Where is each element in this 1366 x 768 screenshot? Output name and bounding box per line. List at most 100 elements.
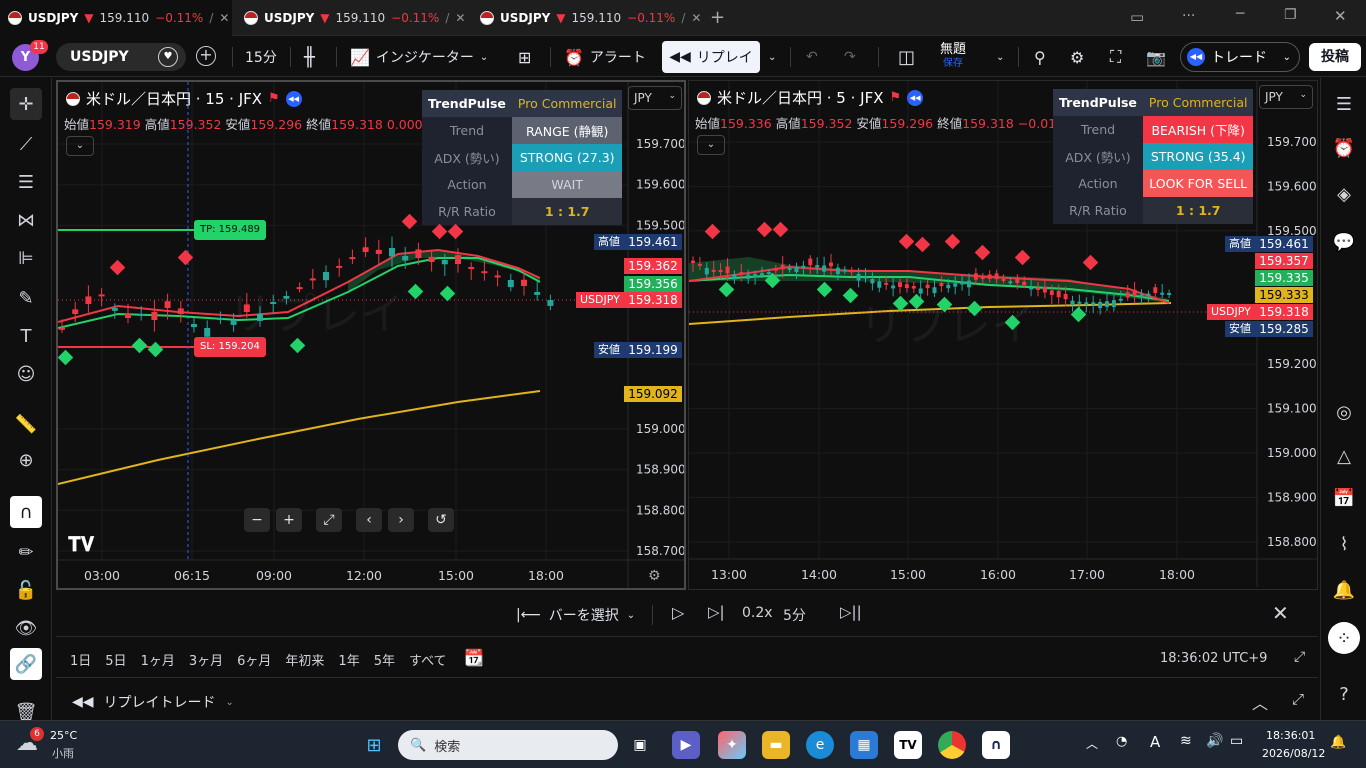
- range-6[interactable]: 1年: [338, 650, 359, 669]
- currency-select[interactable]: JPY ⌄: [1259, 85, 1313, 109]
- trend-line-icon[interactable]: ⟋: [10, 128, 42, 160]
- templates-icon[interactable]: ⊞: [518, 37, 531, 77]
- bell-icon[interactable]: 🔔: [1328, 574, 1360, 606]
- task-view-icon[interactable]: ▣: [626, 731, 654, 759]
- battery-icon[interactable]: ▭: [1230, 733, 1243, 749]
- chart-pane-15m[interactable]: 159.700 159.600 159.500 159.000 158.900 158.8…: [56, 80, 686, 590]
- system-time[interactable]: 18:36:01: [1266, 729, 1315, 742]
- calendar-icon[interactable]: 📅: [1328, 482, 1360, 514]
- chart-pane-5m[interactable]: 159.700 159.600 159.500 159.200 159.100 159.0…: [688, 80, 1318, 590]
- play-icon[interactable]: ▷: [672, 603, 684, 622]
- close-icon[interactable]: ✕: [219, 11, 229, 25]
- range-7[interactable]: 5年: [374, 650, 395, 669]
- store-icon[interactable]: ▦: [850, 731, 878, 759]
- range-8[interactable]: すべて: [409, 650, 447, 669]
- ideas-icon[interactable]: △: [1328, 440, 1360, 472]
- apps-grid-icon[interactable]: ⁘: [1328, 622, 1360, 654]
- volume-icon[interactable]: 🔊: [1206, 733, 1223, 749]
- candle-type-icon[interactable]: ╫: [304, 37, 315, 77]
- range-3[interactable]: 3ヶ月: [189, 650, 223, 669]
- reset-zoom-button[interactable]: ⤢: [316, 508, 342, 532]
- layout-icon[interactable]: ◫: [898, 37, 915, 77]
- windows-start-icon[interactable]: ⊞: [360, 731, 388, 759]
- zoom-in-button[interactable]: +: [276, 508, 302, 532]
- alert-button[interactable]: ⏰ アラート: [564, 37, 646, 77]
- pattern-icon[interactable]: ⋈: [10, 204, 42, 236]
- date-range-calendar-icon[interactable]: 📆: [464, 648, 484, 667]
- expand-panel-icon[interactable]: ⤢: [1292, 690, 1304, 708]
- zoom-in-icon[interactable]: ⊕: [10, 444, 42, 476]
- screen-icon[interactable]: ▭: [1130, 8, 1144, 26]
- window-close-icon[interactable]: ✕: [1334, 7, 1347, 25]
- help-icon[interactable]: ?: [1328, 678, 1360, 710]
- undo-icon[interactable]: ↶: [806, 37, 818, 77]
- emoji-icon[interactable]: ☺: [10, 358, 42, 390]
- collapse-legend-button[interactable]: ⌄: [66, 136, 94, 156]
- replay-speed-button[interactable]: 0.2x: [742, 605, 773, 621]
- redo-icon[interactable]: ↷: [844, 37, 856, 77]
- lock-draw-icon[interactable]: ✏: [10, 536, 42, 568]
- prediction-icon[interactable]: ⊫: [10, 242, 42, 274]
- watchlist-icon[interactable]: ☰: [1328, 88, 1360, 120]
- fullscreen-icon[interactable]: ⛶: [1110, 37, 1121, 77]
- step-forward-icon[interactable]: ▷|: [708, 603, 725, 621]
- magnet-icon[interactable]: ∩: [10, 496, 42, 528]
- range-0[interactable]: 1日: [70, 650, 91, 669]
- compare-add-icon[interactable]: +: [196, 46, 216, 66]
- close-icon[interactable]: ✕: [691, 11, 701, 25]
- range-2[interactable]: 1ヶ月: [141, 650, 175, 669]
- tradingview-app-icon[interactable]: TV: [894, 731, 922, 759]
- chrome-icon[interactable]: [938, 731, 966, 759]
- system-date[interactable]: 2026/08/12: [1262, 747, 1325, 760]
- chevron-down-icon[interactable]: ⌄: [768, 37, 776, 77]
- edge-icon[interactable]: e: [806, 731, 834, 759]
- chart-settings-icon[interactable]: ⚙: [648, 568, 661, 584]
- select-bar-button[interactable]: |⟵ バーを選択 ⌄: [516, 605, 635, 625]
- radar-icon[interactable]: ◎: [1328, 396, 1360, 428]
- link-icon[interactable]: 🔗: [10, 648, 42, 680]
- range-1[interactable]: 5日: [105, 650, 126, 669]
- interval-button[interactable]: 15分: [245, 37, 277, 77]
- settings-gear-icon[interactable]: ⚙: [1070, 37, 1084, 77]
- close-replay-icon[interactable]: ✕: [1272, 601, 1289, 625]
- trade-button[interactable]: ◀◀ トレード ⌄: [1180, 42, 1300, 72]
- wifi-icon[interactable]: ≋: [1180, 733, 1192, 749]
- collapse-panel-icon[interactable]: ︿: [1252, 690, 1268, 714]
- broadcast-icon[interactable]: ⌇: [1328, 528, 1360, 560]
- tray-chevron-icon[interactable]: ︿: [1086, 735, 1098, 752]
- camera-icon[interactable]: 📷: [1146, 37, 1166, 77]
- teams-icon[interactable]: ▶: [672, 731, 700, 759]
- browser-tab[interactable]: USDJPY ▼ 159.110 −0.11% / ✕: [236, 0, 468, 36]
- collapse-legend-button[interactable]: ⌄: [697, 135, 725, 155]
- zoom-out-button[interactable]: −: [244, 508, 270, 532]
- symbol-search[interactable]: USDJPY ♥: [56, 43, 186, 71]
- file-explorer-icon[interactable]: ▬: [762, 731, 790, 759]
- replay-trade-tab[interactable]: ◀◀ リプレイトレード ⌄: [72, 692, 234, 712]
- browser-tab[interactable]: USDJPY ▼ 159.110 −0.11% / ✕: [472, 0, 704, 36]
- maximize-icon[interactable]: ⤢: [1294, 649, 1305, 665]
- range-4[interactable]: 6ヶ月: [237, 650, 271, 669]
- notification-bell-icon[interactable]: 🔔: [1330, 735, 1346, 750]
- lock-icon[interactable]: 🔓: [10, 574, 42, 606]
- publish-button[interactable]: 投稿: [1309, 43, 1361, 71]
- layers-icon[interactable]: ◈: [1328, 178, 1360, 210]
- utc-clock[interactable]: 18:36:02 UTC+9: [1160, 651, 1267, 666]
- taskbar-search[interactable]: 🔍 検索: [398, 730, 618, 760]
- new-tab-button[interactable]: +: [710, 7, 725, 28]
- close-icon[interactable]: ✕: [455, 11, 465, 25]
- ime-icon[interactable]: A: [1150, 733, 1160, 751]
- currency-select[interactable]: JPY ⌄: [628, 86, 682, 110]
- restore-icon[interactable]: ❐: [1284, 7, 1297, 23]
- app-icon[interactable]: ∩: [982, 731, 1010, 759]
- replay-interval-button[interactable]: 5分: [783, 605, 806, 625]
- range-5[interactable]: 年初来: [285, 650, 324, 669]
- quick-search-icon[interactable]: ⚲: [1034, 37, 1046, 77]
- scroll-right-button[interactable]: ›: [388, 508, 414, 532]
- copilot-icon[interactable]: ✦: [718, 731, 746, 759]
- brush-icon[interactable]: ✎: [10, 282, 42, 314]
- reset-chart-button[interactable]: ↺: [428, 508, 454, 532]
- crosshair-icon[interactable]: ✛: [10, 88, 42, 120]
- scroll-left-button[interactable]: ‹: [356, 508, 382, 532]
- network-status-icon[interactable]: ◔: [1116, 734, 1127, 749]
- chevron-down-icon[interactable]: ⌄: [996, 37, 1004, 77]
